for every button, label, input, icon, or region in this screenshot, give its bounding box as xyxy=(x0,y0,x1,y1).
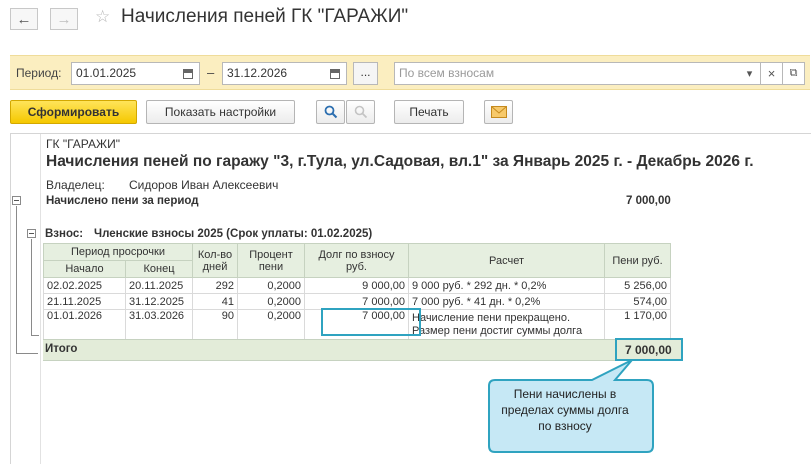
col-debt: Долг по взносу руб. xyxy=(304,243,409,278)
callout-line: Пени начислены в xyxy=(513,387,617,401)
envelope-icon xyxy=(490,106,507,118)
contribution-clear-button[interactable]: × xyxy=(761,62,783,85)
date-to-calendar-button[interactable] xyxy=(323,62,347,85)
group-bracket-line xyxy=(31,239,32,336)
page-title: Начисления пеней ГК "ГАРАЖИ" xyxy=(121,6,409,27)
close-icon: × xyxy=(767,66,776,81)
group-bracket-line xyxy=(16,206,17,354)
date-to-value: 31.12.2026 xyxy=(227,66,288,80)
forward-button[interactable]: → xyxy=(50,8,78,30)
col-end: Конец xyxy=(125,260,193,278)
cell-end: 20.11.2025 xyxy=(125,277,193,294)
calc-line: Размер пени достиг суммы долга xyxy=(412,324,583,337)
search-icon xyxy=(324,105,337,119)
arrow-left-icon: ← xyxy=(16,10,32,28)
cell-percent: 0,2000 xyxy=(237,309,305,340)
callout-line: по взносу xyxy=(538,419,592,433)
search-button[interactable] xyxy=(316,100,345,124)
period-label: Период: xyxy=(16,66,62,80)
cell-end: 31.12.2025 xyxy=(125,293,193,310)
contribution-label: Взнос: xyxy=(45,228,84,240)
chevron-down-icon: ▾ xyxy=(746,68,753,80)
contribution-dropdown-button[interactable]: ▾ xyxy=(739,62,761,85)
date-from-value: 01.01.2025 xyxy=(76,66,137,80)
calendar-icon xyxy=(329,68,340,79)
contribution-open-button[interactable]: ⧉ xyxy=(783,62,805,85)
print-button[interactable]: Печать xyxy=(394,100,464,124)
accrued-value: 7 000,00 xyxy=(626,195,671,207)
table-row[interactable]: 02.02.2025 20.11.2025 292 0,2000 9 000,0… xyxy=(43,277,671,294)
collapse-group-icon[interactable] xyxy=(12,196,21,205)
debt-highlight-frame xyxy=(321,308,421,336)
cell-penalty: 1 170,00 xyxy=(604,309,671,340)
col-penalty: Пени руб. xyxy=(604,243,671,278)
owner-label: Владелец: xyxy=(46,178,105,192)
total-row: Итого 7 000,00 xyxy=(43,339,683,361)
cell-days: 90 xyxy=(192,309,238,340)
cell-calc: 9 000 руб. * 292 дн. * 0,2% xyxy=(408,277,605,294)
period-dash: – xyxy=(207,65,215,80)
cell-start: 01.01.2026 xyxy=(43,309,126,340)
col-start: Начало xyxy=(43,260,126,278)
cell-percent: 0,2000 xyxy=(237,293,305,310)
cell-penalty: 5 256,00 xyxy=(604,277,671,294)
date-to-field[interactable]: 31.12.2026 xyxy=(222,62,324,85)
cell-calc: Начисление пени прекращено. Размер пени … xyxy=(408,309,605,340)
period-select-button[interactable]: ... xyxy=(353,62,378,85)
col-percent: Процент пени xyxy=(237,243,305,278)
send-email-button[interactable] xyxy=(484,100,513,124)
contribution-field[interactable]: По всем взносам xyxy=(394,62,740,85)
cell-days: 41 xyxy=(192,293,238,310)
total-highlight-frame xyxy=(615,338,683,361)
calendar-icon xyxy=(182,68,193,79)
report-org: ГК "ГАРАЖИ" xyxy=(46,137,120,151)
accrued-label: Начислено пени за период xyxy=(46,195,199,207)
cell-percent: 0,2000 xyxy=(237,277,305,294)
group-bracket-line xyxy=(31,335,39,336)
back-button[interactable]: ← xyxy=(10,8,38,30)
cell-end: 31.03.2026 xyxy=(125,309,193,340)
contribution-placeholder: По всем взносам xyxy=(399,66,495,80)
cell-penalty: 574,00 xyxy=(604,293,671,310)
report-title: Начисления пеней по гаражу "3, г.Тула, у… xyxy=(46,153,754,170)
callout-text: Пени начислены в пределах суммы долга по… xyxy=(495,386,635,434)
cell-start: 02.02.2025 xyxy=(43,277,126,294)
arrow-right-icon: → xyxy=(56,10,72,28)
report-margin-line xyxy=(40,134,41,464)
col-calc: Расчет xyxy=(408,243,605,278)
cell-start: 21.11.2025 xyxy=(43,293,126,310)
search-cancel-button[interactable] xyxy=(346,100,375,124)
show-settings-button[interactable]: Показать настройки xyxy=(146,100,295,124)
favorite-star-icon[interactable]: ☆ xyxy=(95,7,110,27)
col-days: Кол-во дней xyxy=(192,243,238,278)
collapse-group-icon[interactable] xyxy=(27,229,36,238)
cell-calc: 7 000 руб. * 41 дн. * 0,2% xyxy=(408,293,605,310)
date-from-calendar-button[interactable] xyxy=(176,62,200,85)
date-from-field[interactable]: 01.01.2025 xyxy=(71,62,177,85)
contribution-value: Членские взносы 2025 (Срок уплаты: 01.02… xyxy=(94,228,373,240)
generate-button[interactable]: Сформировать xyxy=(10,100,137,124)
owner-value: Сидоров Иван Алексеевич xyxy=(129,178,279,192)
total-label: Итого xyxy=(45,343,78,355)
calc-line: Начисление пени прекращено. xyxy=(412,311,571,324)
search-cancel-icon xyxy=(354,105,367,119)
callout-line: пределах суммы долга xyxy=(501,403,629,417)
filter-bar: Период: 01.01.2025 – 31.12.2026 ... По в… xyxy=(10,55,810,90)
col-period: Период просрочки xyxy=(43,243,193,261)
group-bracket-line xyxy=(16,353,38,354)
cell-days: 292 xyxy=(192,277,238,294)
open-form-icon: ⧉ xyxy=(789,67,798,79)
cell-debt: 9 000,00 xyxy=(304,277,409,294)
